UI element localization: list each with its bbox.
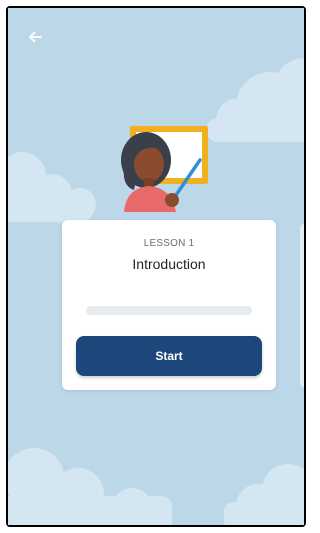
lesson-screen: LESSON 1 Introduction Start [8, 8, 304, 525]
start-button[interactable]: Start [76, 336, 262, 376]
back-button[interactable] [20, 22, 50, 52]
lesson-number: LESSON 1 [143, 238, 195, 249]
next-lesson-card-peek[interactable] [300, 223, 304, 388]
arrow-left-icon [29, 31, 42, 43]
lesson-card[interactable]: LESSON 1 Introduction Start [62, 220, 276, 390]
lesson-progress-bar [86, 306, 252, 315]
teacher-at-whiteboard-illustration [121, 126, 208, 212]
lesson-title: Introduction [132, 256, 206, 272]
